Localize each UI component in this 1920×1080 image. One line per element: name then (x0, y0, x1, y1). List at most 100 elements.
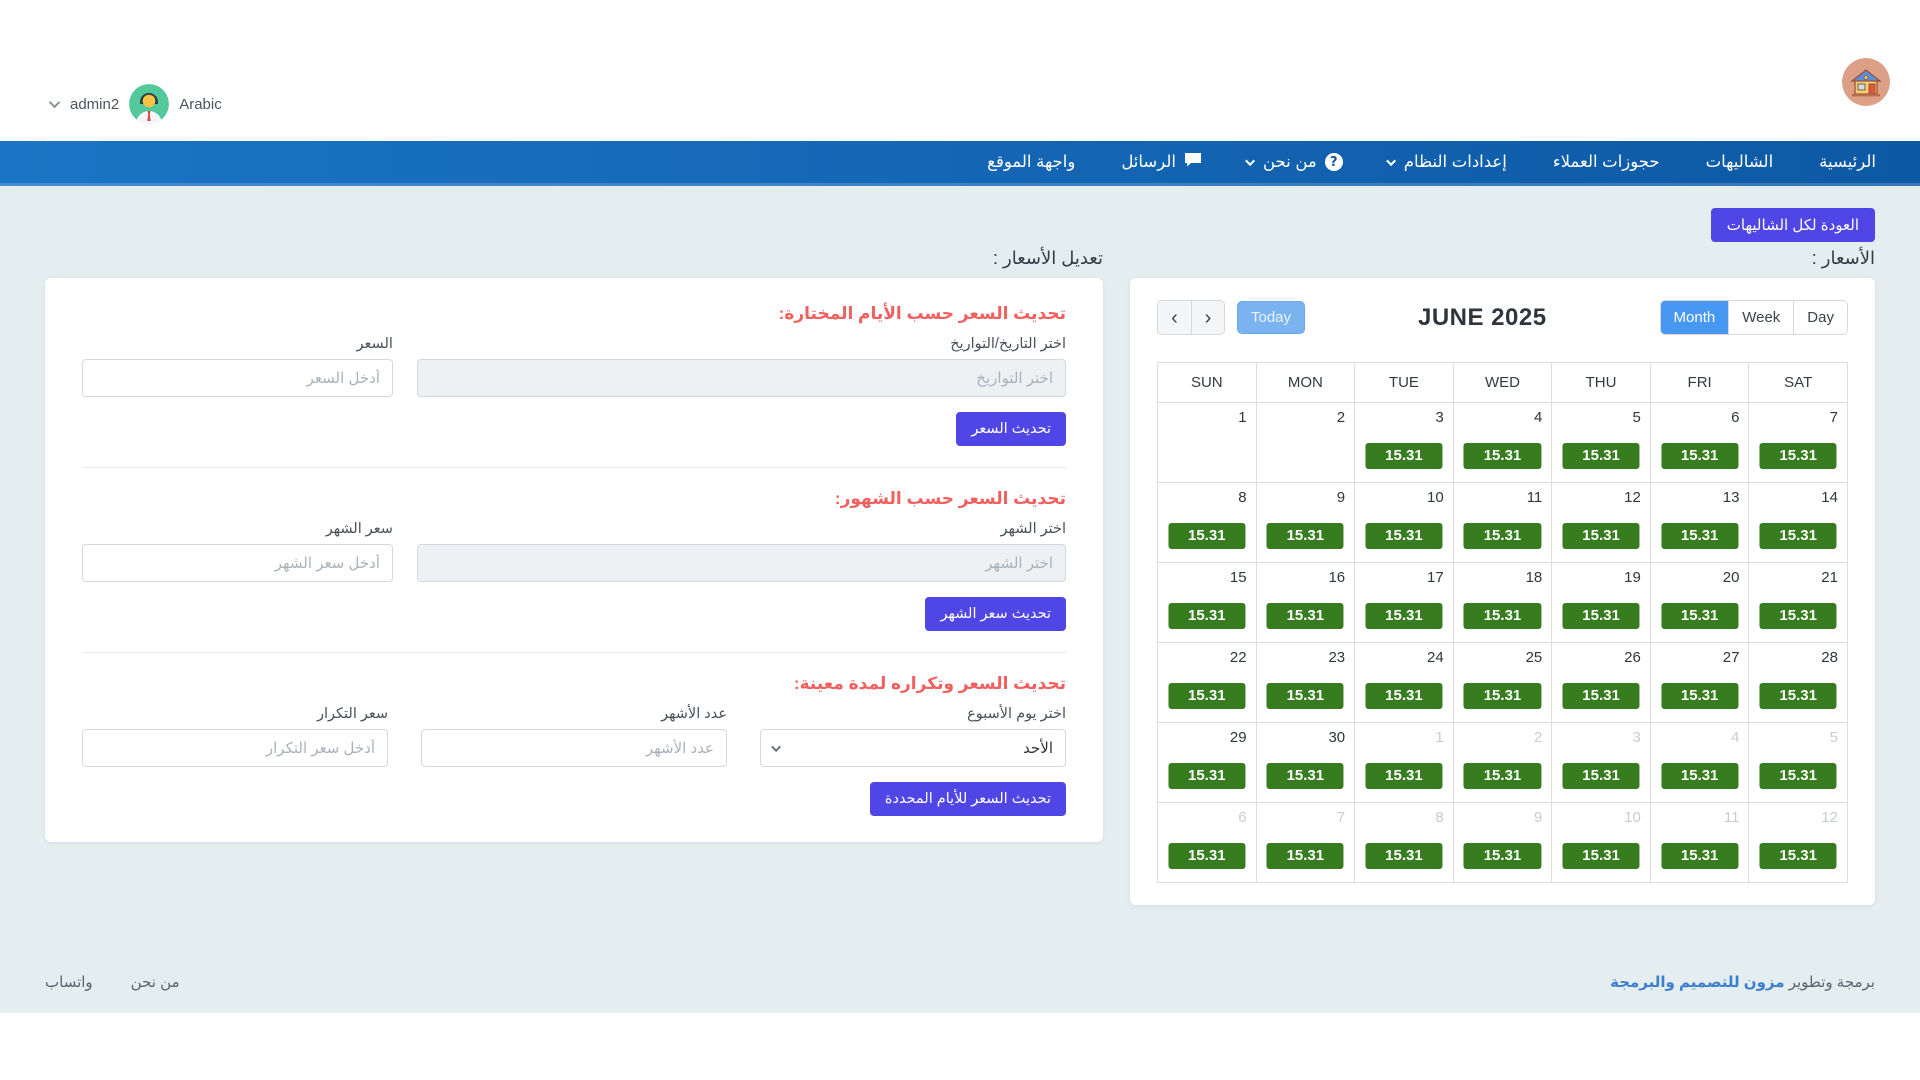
price-event-badge[interactable]: 15.31 (1760, 603, 1837, 629)
nav-item-about[interactable]: ?من نحن (1248, 152, 1343, 172)
price-event-badge[interactable]: 15.31 (1168, 523, 1245, 549)
price-event-badge[interactable]: 15.31 (1563, 683, 1640, 709)
price-event-badge[interactable]: 15.31 (1464, 763, 1541, 789)
month-price-input[interactable] (82, 544, 393, 582)
back-to-chalets-button[interactable]: العودة لكل الشاليهات (1711, 208, 1875, 242)
nav-item-system-settings[interactable]: إعدادات النظام (1389, 152, 1507, 172)
calendar-day-cell[interactable]: 1415.31 (1749, 483, 1848, 563)
view-button-month[interactable]: Month (1661, 301, 1729, 334)
calendar-day-cell[interactable]: 1515.31 (1158, 563, 1257, 643)
calendar-day-cell[interactable]: 2 (1257, 403, 1356, 483)
view-button-week[interactable]: Week (1728, 301, 1793, 334)
calendar-day-cell[interactable]: 1315.31 (1651, 483, 1750, 563)
price-event-badge[interactable]: 15.31 (1661, 523, 1738, 549)
calendar-day-cell[interactable]: 2215.31 (1158, 643, 1257, 723)
price-event-badge[interactable]: 15.31 (1760, 843, 1837, 869)
calendar-day-cell[interactable]: 915.31 (1257, 483, 1356, 563)
calendar-prev-button[interactable]: ‹ (1158, 301, 1191, 334)
price-event-badge[interactable]: 15.31 (1267, 763, 1344, 789)
calendar-day-cell[interactable]: 1715.31 (1355, 563, 1454, 643)
price-event-badge[interactable]: 15.31 (1760, 443, 1837, 469)
repeat-price-input[interactable] (82, 729, 388, 767)
calendar-day-cell[interactable]: 1215.31 (1749, 803, 1848, 883)
view-button-day[interactable]: Day (1793, 301, 1847, 334)
price-event-badge[interactable]: 15.31 (1464, 603, 1541, 629)
update-month-price-button[interactable]: تحديث سعر الشهر (925, 597, 1066, 631)
calendar-day-cell[interactable]: 2315.31 (1257, 643, 1356, 723)
calendar-day-cell[interactable]: 1115.31 (1454, 483, 1553, 563)
price-event-badge[interactable]: 15.31 (1365, 683, 1442, 709)
price-event-badge[interactable]: 15.31 (1760, 763, 1837, 789)
price-event-badge[interactable]: 15.31 (1661, 603, 1738, 629)
price-event-badge[interactable]: 15.31 (1563, 843, 1640, 869)
price-event-badge[interactable]: 15.31 (1661, 763, 1738, 789)
calendar-day-cell[interactable]: 115.31 (1355, 723, 1454, 803)
nav-item-home[interactable]: الرئيسية (1819, 152, 1876, 172)
footer-link-whatsapp[interactable]: واتساب (45, 973, 93, 991)
price-event-badge[interactable]: 15.31 (1168, 843, 1245, 869)
price-event-badge[interactable]: 15.31 (1267, 523, 1344, 549)
price-event-badge[interactable]: 15.31 (1464, 523, 1541, 549)
nav-item-chalets[interactable]: الشاليهات (1706, 152, 1774, 172)
price-event-badge[interactable]: 15.31 (1365, 603, 1442, 629)
price-event-badge[interactable]: 15.31 (1168, 683, 1245, 709)
calendar-day-cell[interactable]: 415.31 (1651, 723, 1750, 803)
calendar-day-cell[interactable]: 615.31 (1651, 403, 1750, 483)
calendar-day-cell[interactable]: 815.31 (1355, 803, 1454, 883)
price-event-badge[interactable]: 15.31 (1563, 523, 1640, 549)
price-event-badge[interactable]: 15.31 (1760, 523, 1837, 549)
calendar-day-cell[interactable]: 2915.31 (1158, 723, 1257, 803)
user-menu[interactable]: admin2 Arabic (52, 84, 222, 124)
calendar-day-cell[interactable]: 915.31 (1454, 803, 1553, 883)
calendar-day-cell[interactable]: 1815.31 (1454, 563, 1553, 643)
calendar-today-button[interactable]: Today (1237, 301, 1305, 334)
calendar-day-cell[interactable]: 2115.31 (1749, 563, 1848, 643)
calendar-day-cell[interactable]: 1015.31 (1552, 803, 1651, 883)
price-input[interactable] (82, 359, 393, 397)
calendar-day-cell[interactable]: 215.31 (1454, 723, 1553, 803)
dates-input[interactable] (417, 359, 1066, 397)
avatar[interactable] (129, 84, 169, 124)
price-event-badge[interactable]: 15.31 (1365, 763, 1442, 789)
price-event-badge[interactable]: 15.31 (1661, 843, 1738, 869)
price-event-badge[interactable]: 15.31 (1563, 603, 1640, 629)
nav-item-customer-bookings[interactable]: حجوزات العملاء (1553, 152, 1660, 172)
price-event-badge[interactable]: 15.31 (1365, 443, 1442, 469)
calendar-day-cell[interactable]: 415.31 (1454, 403, 1553, 483)
calendar-day-cell[interactable]: 315.31 (1355, 403, 1454, 483)
language-selector[interactable]: Arabic (179, 96, 222, 113)
nav-item-messages[interactable]: الرسائل (1121, 152, 1202, 172)
calendar-day-cell[interactable]: 315.31 (1552, 723, 1651, 803)
calendar-day-cell[interactable]: 2715.31 (1651, 643, 1750, 723)
calendar-day-cell[interactable]: 2815.31 (1749, 643, 1848, 723)
price-event-badge[interactable]: 15.31 (1267, 603, 1344, 629)
price-event-badge[interactable]: 15.31 (1464, 443, 1541, 469)
months-count-input[interactable] (421, 729, 727, 767)
calendar-day-cell[interactable]: 1015.31 (1355, 483, 1454, 563)
price-event-badge[interactable]: 15.31 (1563, 443, 1640, 469)
calendar-day-cell[interactable]: 1 (1158, 403, 1257, 483)
footer-link-about[interactable]: من نحن (131, 973, 180, 991)
calendar-day-cell[interactable]: 715.31 (1749, 403, 1848, 483)
calendar-day-cell[interactable]: 1915.31 (1552, 563, 1651, 643)
calendar-day-cell[interactable]: 3015.31 (1257, 723, 1356, 803)
price-event-badge[interactable]: 15.31 (1464, 843, 1541, 869)
calendar-day-cell[interactable]: 2615.31 (1552, 643, 1651, 723)
month-input[interactable] (417, 544, 1066, 582)
update-selected-days-button[interactable]: تحديث السعر للأيام المحددة (870, 782, 1066, 816)
price-event-badge[interactable]: 15.31 (1365, 523, 1442, 549)
price-event-badge[interactable]: 15.31 (1760, 683, 1837, 709)
username[interactable]: admin2 (70, 96, 119, 113)
price-event-badge[interactable]: 15.31 (1661, 683, 1738, 709)
calendar-day-cell[interactable]: 515.31 (1749, 723, 1848, 803)
price-event-badge[interactable]: 15.31 (1267, 843, 1344, 869)
calendar-day-cell[interactable]: 615.31 (1158, 803, 1257, 883)
credit-link[interactable]: مزون للتصميم والبرمجة (1610, 974, 1784, 991)
price-event-badge[interactable]: 15.31 (1563, 763, 1640, 789)
calendar-day-cell[interactable]: 2415.31 (1355, 643, 1454, 723)
price-event-badge[interactable]: 15.31 (1661, 443, 1738, 469)
calendar-day-cell[interactable]: 815.31 (1158, 483, 1257, 563)
calendar-day-cell[interactable]: 2015.31 (1651, 563, 1750, 643)
weekday-select[interactable]: الأحد (760, 729, 1066, 767)
price-event-badge[interactable]: 15.31 (1168, 763, 1245, 789)
